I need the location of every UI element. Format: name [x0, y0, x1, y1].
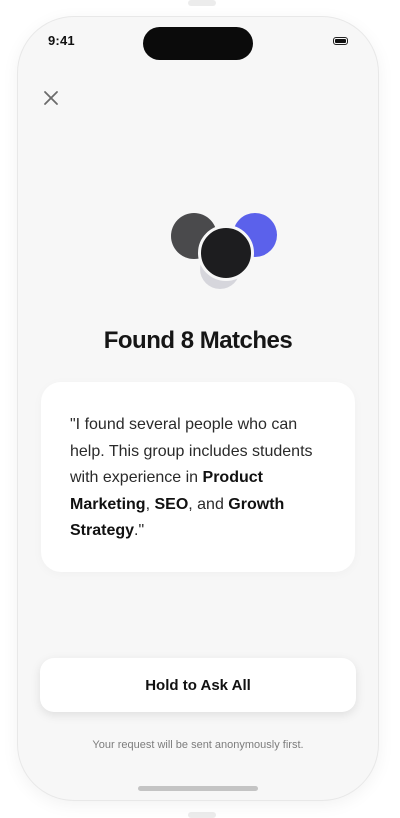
battery-icon: [333, 37, 348, 45]
summary-end: .": [134, 522, 145, 539]
phone-screen: 9:41 Found 8 Matches "I found several pe…: [18, 17, 378, 800]
skill-seo: SEO: [154, 495, 189, 513]
summary-text: "I found several people who can help. Th…: [70, 412, 327, 545]
hold-to-ask-all-button[interactable]: Hold to Ask All: [40, 658, 356, 712]
home-indicator[interactable]: [138, 786, 258, 791]
anonymous-note: Your request will be sent anonymously fi…: [92, 739, 304, 751]
dynamic-island: [143, 27, 253, 60]
summary-separator-2: , and: [188, 495, 229, 513]
close-button[interactable]: [38, 87, 64, 109]
page-title: Found 8 Matches: [103, 327, 293, 354]
device-bottom-button: [188, 812, 216, 818]
summary-card: "I found several people who can help. Th…: [41, 382, 355, 572]
battery-level: [335, 39, 346, 43]
summary-intro: "I found several people who can help. Th…: [70, 416, 313, 486]
status-time: 9:41: [48, 33, 75, 48]
matches-avatar-cluster: [168, 209, 280, 299]
device-frame-background: 9:41 Found 8 Matches "I found several pe…: [0, 0, 400, 818]
avatar-black: [198, 225, 254, 281]
close-icon: [44, 91, 58, 105]
device-top-button: [188, 0, 216, 6]
